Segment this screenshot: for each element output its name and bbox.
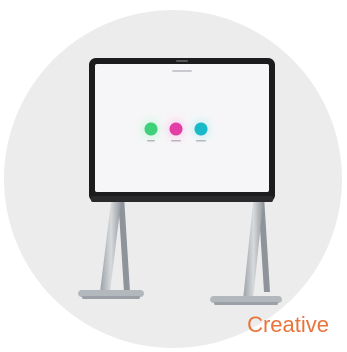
- stand-foot-right: [210, 296, 282, 303]
- screen-status-bar: [172, 70, 192, 72]
- green-app-label: [147, 140, 155, 142]
- product-tile[interactable]: Creative: [0, 0, 347, 352]
- teal-app-icon: [194, 122, 208, 136]
- display-chin: [91, 196, 273, 202]
- teal-app-label: [196, 140, 206, 142]
- caption-label: Creative: [247, 312, 329, 337]
- stand-foot-left-shadow: [82, 296, 140, 299]
- camera-icon: [176, 60, 188, 62]
- stand-foot-left: [78, 290, 144, 297]
- stand-leg-right: [243, 194, 264, 300]
- stand-leg-left: [100, 194, 122, 292]
- magenta-app-label: [171, 140, 181, 142]
- stand-foot-right-shadow: [214, 302, 278, 305]
- green-app-icon: [144, 122, 158, 136]
- magenta-app-icon: [169, 122, 183, 136]
- interactive-display-on-stand-icon: [78, 58, 282, 305]
